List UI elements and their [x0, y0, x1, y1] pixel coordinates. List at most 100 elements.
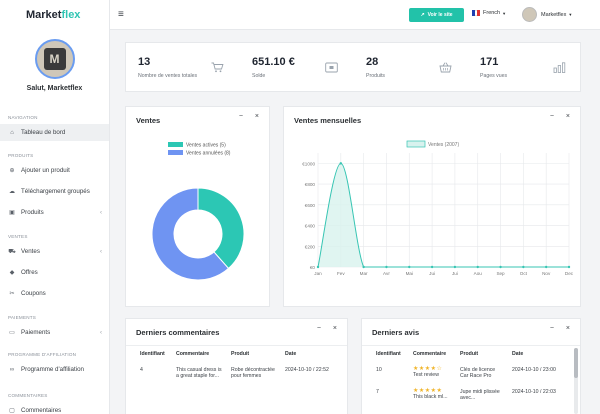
table-header-row: Identifiant Commentaire Produit Date: [372, 349, 572, 359]
column-header[interactable]: Identifiant: [372, 349, 409, 359]
topbar: ≡ ↗ Voir le site French ▼ Marketflex ▼: [110, 0, 600, 30]
cart-icon: [211, 62, 224, 76]
review-id: 10: [376, 367, 382, 373]
table-row[interactable]: 10 ★★★★☆ Test review Clés de licence Car …: [372, 359, 572, 381]
close-icon[interactable]: ×: [333, 325, 337, 332]
add-circle-icon: ⊕: [9, 168, 15, 174]
sidebar-item-offres[interactable]: ◆ Offres: [0, 264, 109, 281]
coupon-icon: ✂: [9, 291, 15, 297]
brand-logo[interactable]: Market flex: [0, 0, 109, 30]
stat-value: 13: [138, 56, 151, 68]
sidebar-item-programme-d-affiliation[interactable]: ∞ Programme d'affiliation: [0, 361, 109, 378]
comment-date: 2024-10-10 / 22:52: [285, 367, 329, 373]
sidebar-item-commentaires[interactable]: ▢ Commentaires: [0, 402, 109, 414]
table-row[interactable]: 4 This casual dress is a great staple fo…: [136, 359, 342, 381]
data-point: [339, 162, 343, 165]
legend-label: Ventes annulées (8): [186, 151, 231, 157]
minimize-icon[interactable]: −: [239, 113, 243, 120]
star-rating-icon: ★★★★★: [413, 388, 443, 394]
column-header[interactable]: Commentaire: [409, 349, 456, 359]
review-product[interactable]: Jupe midi plissée avec...: [456, 381, 508, 403]
x-tick-label: Sep: [496, 271, 505, 276]
scrollbar-thumb[interactable]: [574, 348, 578, 378]
review-id: 7: [376, 389, 379, 395]
sidebar-section-label: PRODUITS: [8, 153, 34, 158]
link-icon: ∞: [9, 366, 15, 373]
sidebar-item-produits[interactable]: ▣ Produits ‹: [0, 204, 109, 221]
sales-panel: Ventes − × Ventes actives (5) Ventes annu…: [125, 106, 270, 307]
sidebar-item-label: Produits: [21, 209, 44, 216]
chevron-down-icon: ▼: [502, 10, 507, 16]
column-header[interactable]: Date: [508, 349, 572, 359]
sidebar-section-label: VENTES: [8, 234, 28, 239]
legend-swatch: [406, 140, 426, 148]
sidebar-item-label: Téléchargement groupés: [21, 188, 90, 195]
sales-donut-chart: Ventes actives (5) Ventes annulées (8): [151, 142, 245, 281]
menu-toggle-icon[interactable]: ≡: [118, 9, 124, 20]
close-icon[interactable]: ×: [566, 325, 570, 332]
data-point: [544, 265, 548, 269]
panel-tools: − ×: [239, 113, 259, 120]
y-tick-label: €400: [305, 224, 316, 229]
close-icon[interactable]: ×: [566, 113, 570, 120]
account-menu[interactable]: Marketflex ▼: [522, 7, 572, 22]
panel-tools: − ×: [550, 325, 570, 332]
sidebar-item-coupons[interactable]: ✂ Coupons: [0, 285, 109, 302]
y-tick-label: €1000: [302, 161, 315, 166]
cart-icon: ⛟: [8, 248, 16, 255]
review-date: 2024-10-10 / 22:03: [512, 389, 556, 395]
minimize-icon[interactable]: −: [317, 325, 321, 332]
review-date: 2024-10-10 / 23:00: [512, 367, 556, 373]
y-tick-label: €800: [305, 182, 316, 187]
comment-product[interactable]: Robe décontractée pour femmes: [227, 359, 281, 381]
brand-name-part2: flex: [61, 9, 81, 21]
sidebar-item-ajouter-un-produit[interactable]: ⊕ Ajouter un produit: [0, 162, 109, 179]
column-header[interactable]: Identifiant: [136, 349, 172, 359]
column-header[interactable]: Produit: [456, 349, 508, 359]
review-product[interactable]: Clés de licence Car Race Pro: [456, 359, 508, 381]
legend-swatch: [168, 150, 183, 155]
sidebar-item-label: Programme d'affiliation: [21, 366, 84, 373]
review-comment-cell: ★★★★☆ Test review: [409, 359, 456, 381]
sidebar-item-paiements[interactable]: ▭ Paiements ‹: [0, 324, 109, 341]
avatar[interactable]: M: [34, 39, 75, 79]
sidebar-section-label: COMMENTAIRES: [8, 393, 48, 398]
minimize-icon[interactable]: −: [550, 325, 554, 332]
column-header[interactable]: Commentaire: [172, 349, 227, 359]
x-tick-label: Jui: [429, 271, 435, 276]
comment-icon: ▢: [9, 408, 15, 414]
reviews-table: Identifiant Commentaire Produit Date 10 …: [372, 349, 572, 403]
comments-table: Identifiant Commentaire Produit Date 4 T…: [136, 349, 342, 381]
x-tick-label: Mai: [406, 271, 413, 276]
minimize-icon[interactable]: −: [550, 113, 554, 120]
sidebar-item-ventes[interactable]: ⛟ Ventes ‹: [0, 243, 109, 260]
sidebar-item-label: Tableau de bord: [21, 129, 66, 136]
legend-label: Ventes actives (5): [186, 143, 226, 149]
stat-products: 28 Produits: [354, 43, 468, 93]
account-name: Marketflex: [541, 11, 567, 18]
chevron-left-icon: ‹: [100, 329, 102, 336]
review-comment-cell: ★★★★★ This black ml...: [409, 381, 456, 403]
stat-page-views: 171 Pages vues: [468, 43, 582, 93]
bar-chart-icon: [553, 62, 566, 76]
visit-site-button[interactable]: ↗ Voir le site: [409, 8, 464, 22]
account-avatar: [522, 7, 537, 22]
monthly-sales-panel: Ventes mensuelles − × Ventes (2007) €0 €20…: [283, 106, 581, 307]
sidebar-item-label: Offres: [21, 269, 38, 276]
data-point: [453, 265, 457, 269]
language-selector[interactable]: French ▼: [472, 10, 506, 16]
column-header[interactable]: Produit: [227, 349, 281, 359]
sidebar-item-t-l-chargement-group-s[interactable]: ☁ Téléchargement groupés: [0, 183, 109, 200]
scrollbar[interactable]: [574, 348, 578, 414]
x-tick-label: Avr: [383, 271, 390, 276]
close-icon[interactable]: ×: [255, 113, 259, 120]
sidebar-item-tableau-de-bord[interactable]: ⌂ Tableau de bord: [0, 124, 109, 141]
column-header[interactable]: Date: [281, 349, 342, 359]
data-point: [316, 265, 320, 269]
table-row[interactable]: 7 ★★★★★ This black ml... Jupe midi plissé…: [372, 381, 572, 403]
basket-icon: [439, 62, 452, 76]
home-icon: ⌂: [10, 129, 14, 136]
panel-title: Derniers avis: [372, 328, 420, 337]
card-icon: ▭: [9, 330, 15, 336]
sidebar-section-label: PAIEMENTS: [8, 315, 37, 320]
